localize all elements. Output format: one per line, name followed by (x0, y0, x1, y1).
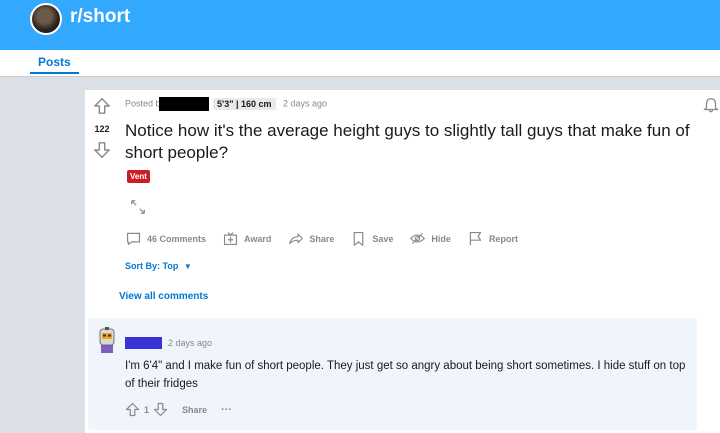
share-label: Share (309, 233, 335, 244)
downvote-icon[interactable] (93, 141, 111, 159)
tab-bar: Posts (0, 50, 720, 77)
bell-icon[interactable] (702, 96, 720, 114)
save-button[interactable]: Save (350, 230, 393, 247)
post-meta: Posted b 5'3" | 160 cm 2 days ago (125, 97, 327, 111)
post-flair-vent[interactable]: Vent (127, 170, 150, 183)
comment-actions: 1 Share ··· (125, 402, 232, 417)
comments-button[interactable]: 46 Comments (125, 230, 206, 247)
subreddit-avatar[interactable] (30, 3, 62, 35)
report-label: Report (488, 233, 518, 244)
user-flair: 5'3" | 160 cm (213, 98, 276, 110)
hide-button[interactable]: Hide (409, 230, 451, 247)
redacted-comment-username (125, 337, 162, 349)
tab-posts[interactable]: Posts (30, 55, 79, 74)
top-bar: r/short (0, 0, 720, 50)
share-icon (289, 233, 304, 245)
posted-by-label: Posted b (125, 98, 161, 109)
bookmark-icon (354, 231, 364, 246)
more-options-icon[interactable]: ··· (221, 404, 232, 416)
flag-icon (469, 231, 482, 246)
comment: 2 days ago I'm 6'4" and I make fun of sh… (88, 318, 697, 430)
comments-label: 46 Comments (147, 233, 207, 244)
save-label: Save (372, 233, 394, 244)
award-icon (223, 232, 238, 246)
post-vote-count: 122 (94, 124, 110, 134)
sort-by-dropdown[interactable]: Sort By: Top ▼ (125, 261, 192, 271)
post-age[interactable]: 2 days ago (283, 98, 327, 108)
commenter-avatar[interactable] (95, 326, 119, 354)
comment-share-button[interactable]: Share (182, 405, 207, 415)
report-button[interactable]: Report (467, 230, 518, 247)
comment-upvote-icon[interactable] (125, 402, 140, 417)
comment-age[interactable]: 2 days ago (168, 338, 212, 348)
chevron-down-icon: ▼ (183, 262, 192, 271)
sort-by-label: Sort By: Top (125, 261, 179, 271)
hide-label: Hide (431, 233, 451, 244)
comment-text: I'm 6'4" and I make fun of short people.… (125, 360, 686, 390)
view-all-comments-link[interactable]: View all comments (119, 291, 208, 302)
subreddit-name[interactable]: r/short (70, 6, 130, 28)
upvote-icon[interactable] (93, 97, 111, 115)
hide-eye-icon (410, 233, 426, 244)
post-title[interactable]: Notice how it's the average height guys … (125, 120, 715, 164)
share-button[interactable]: Share (287, 230, 334, 247)
comment-icon (126, 232, 141, 246)
comment-downvote-icon[interactable] (153, 402, 168, 417)
award-button[interactable]: Award (222, 230, 271, 247)
expand-icon[interactable] (129, 198, 147, 216)
award-label: Award (244, 233, 272, 244)
comment-vote-count: 1 (144, 404, 150, 415)
post-card: 122 Posted b 5'3" | 160 cm 2 days ago No… (85, 90, 720, 433)
redacted-username (158, 97, 209, 111)
post-actions: 46 Comments Award Share Save Hide Report (125, 230, 518, 247)
